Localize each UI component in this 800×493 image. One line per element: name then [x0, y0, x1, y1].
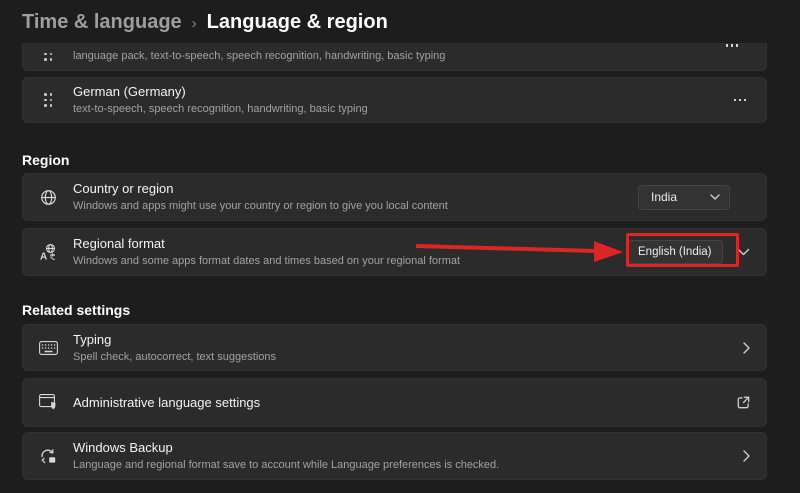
- regional-format-dropdown[interactable]: English (India): [627, 240, 723, 264]
- windows-backup-description: Language and regional format save to acc…: [73, 459, 743, 472]
- drag-handle-icon[interactable]: [37, 53, 59, 61]
- administrative-settings-title: Administrative language settings: [73, 395, 737, 411]
- regional-format-dropdown-value: English (India): [638, 246, 712, 258]
- chevron-down-icon: [710, 194, 720, 200]
- globe-icon: [37, 189, 59, 206]
- backup-sync-icon: [37, 448, 59, 465]
- regional-format-title: Regional format: [73, 236, 627, 252]
- more-options-icon[interactable]: [722, 43, 743, 51]
- external-link-icon: [737, 396, 750, 409]
- breadcrumb-parent[interactable]: Time & language: [22, 11, 182, 34]
- regional-format-description: Windows and some apps format dates and t…: [73, 255, 627, 268]
- language-row-subtitle: text-to-speech, speech recognition, hand…: [73, 103, 730, 116]
- country-region-description: Windows and apps might use your country …: [73, 200, 638, 213]
- country-region-row: Country or region Windows and apps might…: [22, 173, 767, 221]
- typing-description: Spell check, autocorrect, text suggestio…: [73, 351, 743, 364]
- language-row-german[interactable]: German (Germany) text-to-speech, speech …: [22, 77, 767, 123]
- language-row-clipped[interactable]: language pack, text-to-speech, speech re…: [22, 43, 767, 71]
- country-dropdown[interactable]: India: [638, 185, 730, 210]
- country-dropdown-value: India: [651, 190, 677, 204]
- page-title: Language & region: [207, 11, 388, 34]
- windows-backup-title: Windows Backup: [73, 440, 743, 456]
- breadcrumb-separator-icon: ›: [192, 13, 197, 32]
- administrative-settings-row[interactable]: Administrative language settings: [22, 378, 767, 427]
- admin-shield-icon: [37, 394, 59, 411]
- section-heading-region: Region: [22, 152, 69, 168]
- language-row-title: German (Germany): [73, 84, 730, 100]
- more-options-icon[interactable]: [730, 95, 751, 106]
- settings-window: Time & language › Language & region lang…: [0, 0, 800, 493]
- chevron-right-icon: [743, 450, 750, 462]
- svg-text:A: A: [40, 252, 47, 262]
- regional-format-row[interactable]: A Regional format Windows and some apps …: [22, 228, 767, 276]
- breadcrumb: Time & language › Language & region: [22, 11, 388, 34]
- drag-handle-icon[interactable]: [37, 93, 59, 107]
- section-heading-related: Related settings: [22, 302, 130, 318]
- windows-backup-row[interactable]: Windows Backup Language and regional for…: [22, 432, 767, 480]
- country-region-title: Country or region: [73, 181, 638, 197]
- typing-row[interactable]: Typing Spell check, autocorrect, text su…: [22, 324, 767, 371]
- typing-title: Typing: [73, 332, 743, 348]
- chevron-right-icon: [743, 342, 750, 354]
- language-globe-icon: A: [37, 243, 59, 261]
- keyboard-icon: [37, 341, 59, 355]
- expander-chevron-down-icon[interactable]: [737, 248, 750, 256]
- language-row-subtitle: language pack, text-to-speech, speech re…: [73, 50, 750, 63]
